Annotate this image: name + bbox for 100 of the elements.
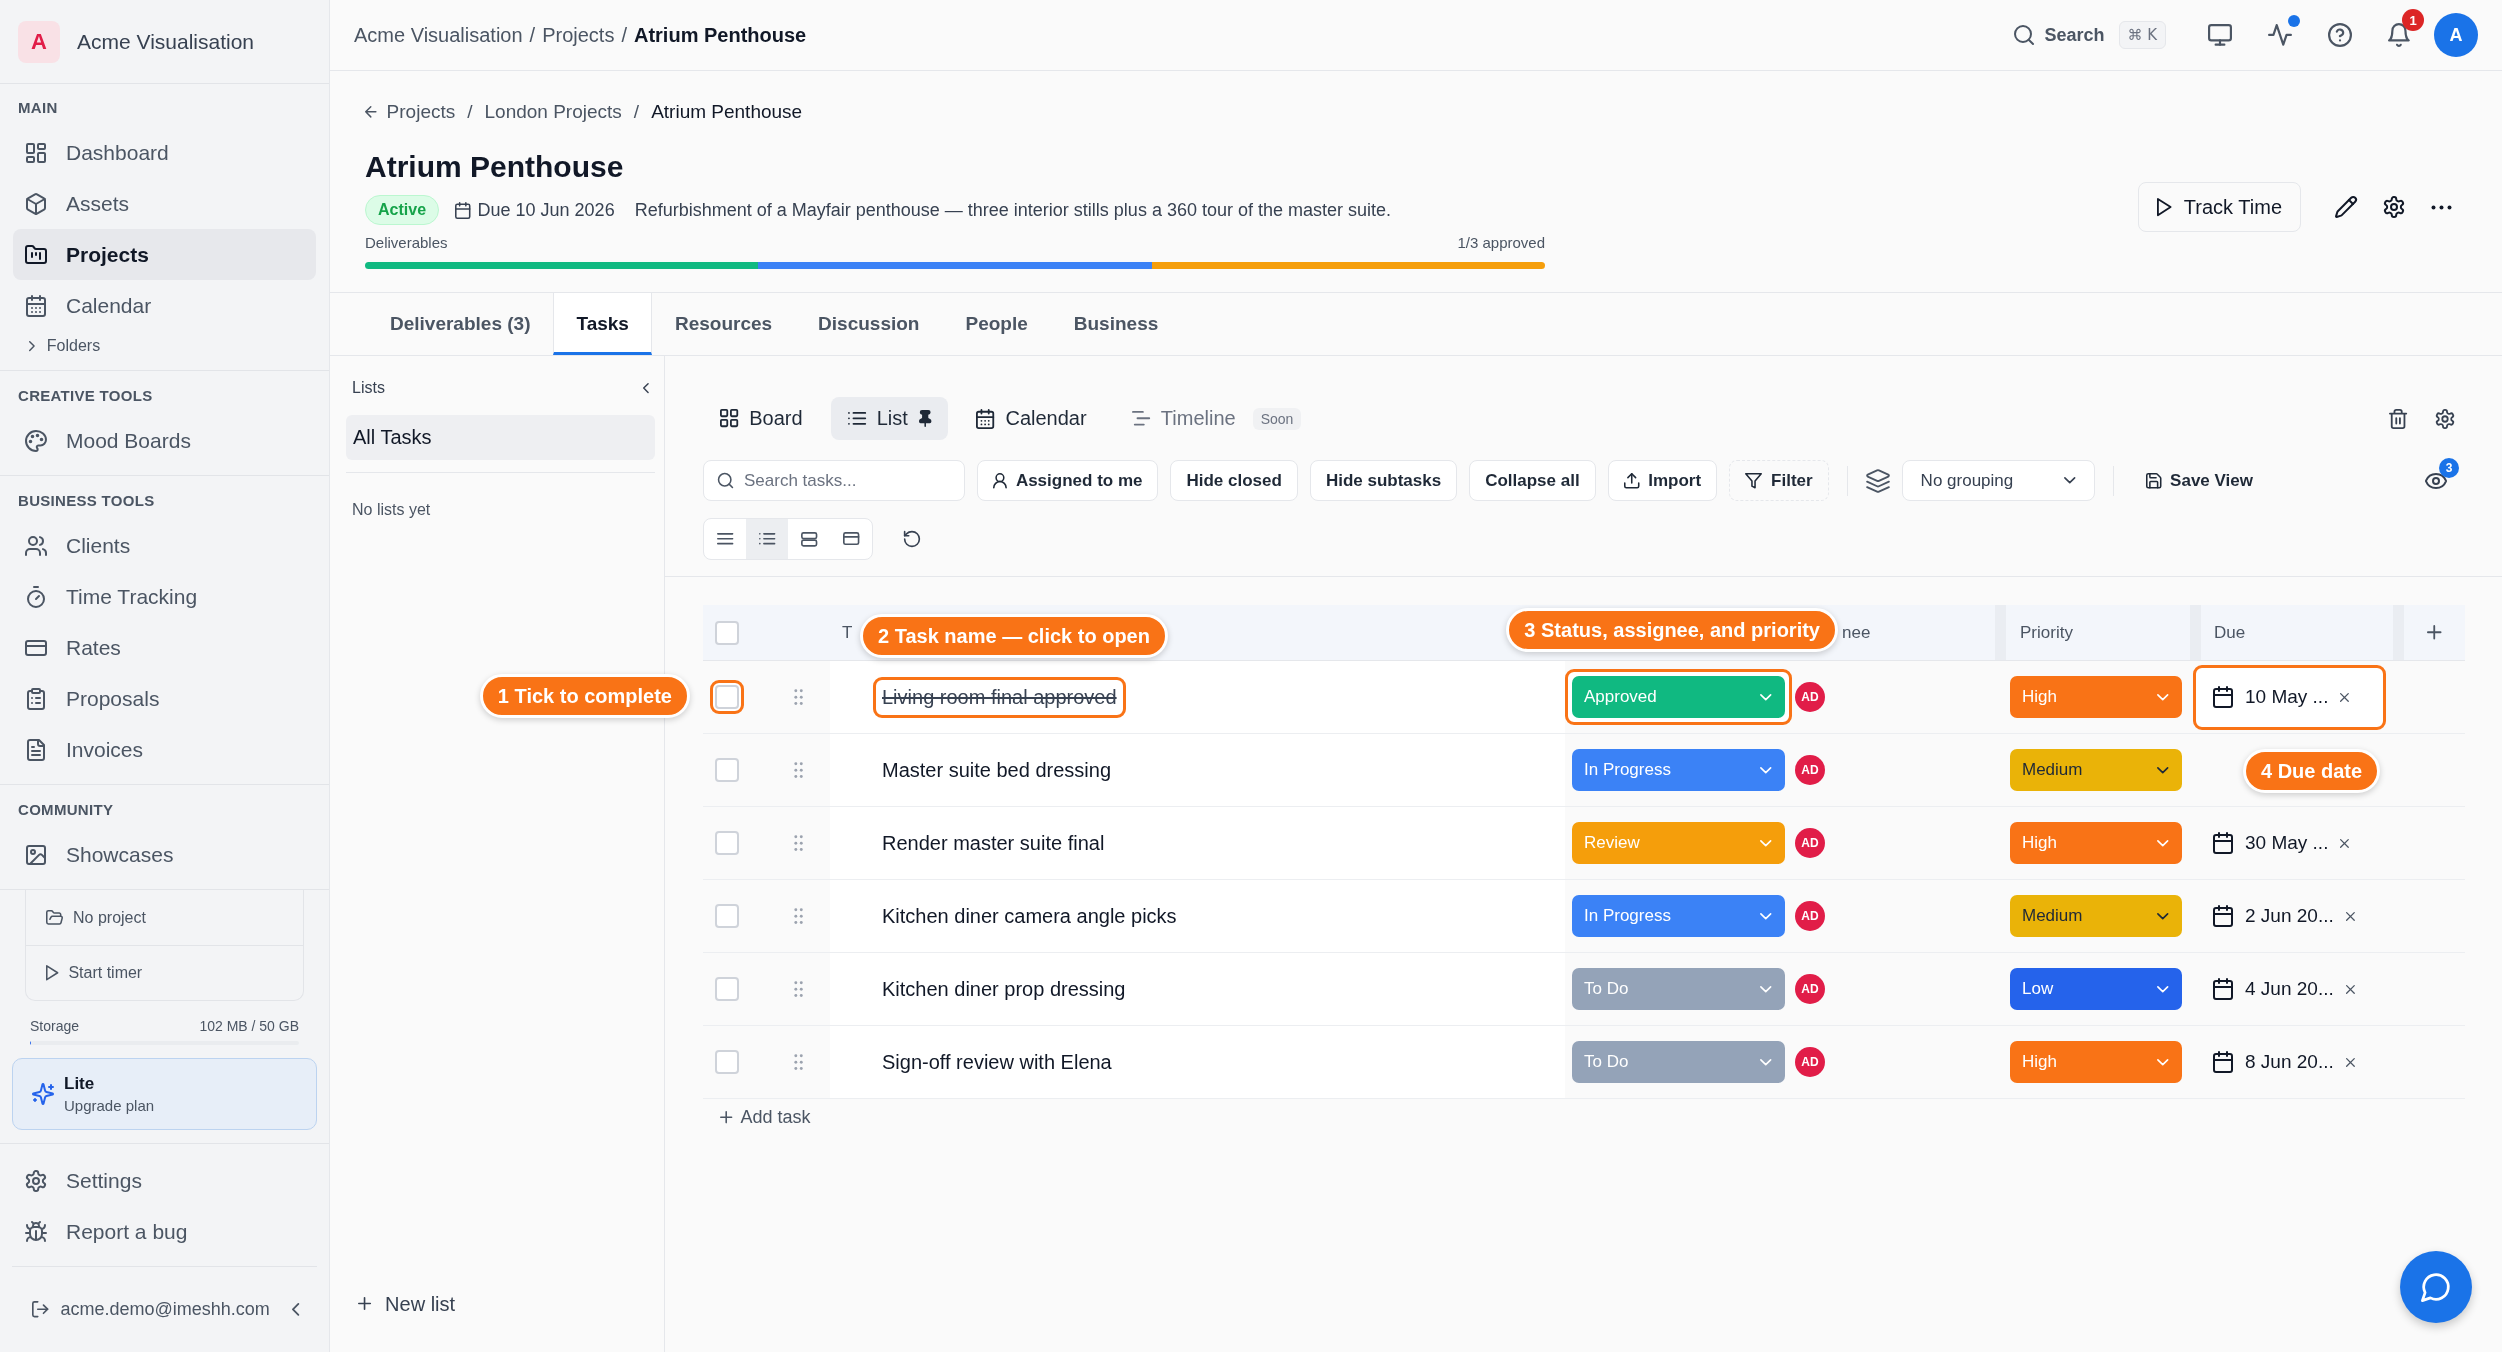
priority-dropdown[interactable]: Medium (2010, 895, 2182, 937)
tab[interactable]: Tasks (553, 293, 652, 355)
folders-toggle[interactable]: Folders (26, 331, 101, 361)
drag-handle-icon[interactable] (794, 1053, 804, 1071)
view-tab[interactable]: Calendar (959, 397, 1104, 440)
close-icon[interactable] (2345, 911, 2355, 921)
sidebar-item[interactable]: Clients (13, 520, 316, 571)
grouping-dropdown[interactable]: No grouping (1901, 460, 2095, 501)
upgrade-plan-card[interactable]: Lite Upgrade plan (12, 1058, 317, 1130)
plus-icon[interactable] (2427, 625, 2442, 640)
pencil-icon[interactable] (2335, 196, 2357, 218)
checkbox[interactable] (715, 831, 739, 855)
sidebar-item[interactable]: Time Tracking (13, 571, 316, 622)
search-button[interactable]: Search (2012, 20, 2105, 50)
bell-icon[interactable] (2388, 23, 2410, 47)
search-field[interactable]: Search tasks... (703, 460, 965, 501)
close-icon[interactable] (2340, 838, 2350, 848)
user-avatar[interactable]: A (2434, 13, 2478, 57)
task-name[interactable]: Render master suite final (882, 831, 1105, 855)
assignee-avatar[interactable]: AD (1795, 974, 1825, 1004)
drag-handle-icon[interactable] (794, 761, 804, 779)
start-timer-button[interactable]: Start timer (26, 945, 303, 1000)
sidebar-item[interactable]: Dashboard (13, 127, 316, 178)
sidebar-item[interactable]: Mood Boards (13, 415, 316, 466)
help-icon[interactable] (2328, 23, 2353, 47)
save-view-button[interactable]: Save View (2131, 460, 2267, 501)
new-list-button[interactable]: New list (346, 1284, 456, 1324)
list-item[interactable]: All Tasks (346, 415, 655, 460)
sidebar-item[interactable]: Invoices (13, 724, 316, 775)
tab[interactable]: Deliverables (3) (367, 293, 554, 355)
drag-handle-icon[interactable] (794, 688, 804, 706)
status-dropdown[interactable]: In Progress (1572, 749, 1785, 791)
assignee-avatar[interactable]: AD (1795, 1047, 1825, 1077)
breadcrumb-link[interactable]: London Projects (484, 101, 622, 123)
assignee-avatar[interactable]: AD (1795, 682, 1825, 712)
drag-handle-icon[interactable] (794, 907, 804, 925)
checkbox[interactable] (715, 977, 739, 1001)
toolbar-button[interactable]: Hide closed (1170, 460, 1298, 501)
toolbar-button[interactable]: Collapse all (1469, 460, 1596, 501)
density-toggle[interactable] (746, 519, 788, 559)
assignee-avatar[interactable]: AD (1795, 901, 1825, 931)
settings-icon[interactable] (2383, 196, 2405, 218)
chat-button[interactable] (2400, 1251, 2472, 1323)
sidebar-item[interactable]: Proposals (13, 673, 316, 724)
back-arrow-icon[interactable] (365, 106, 377, 118)
tab[interactable]: Resources (651, 293, 796, 355)
sidebar-item[interactable]: Showcases (13, 829, 316, 880)
task-name[interactable]: Sign-off review with Elena (882, 1050, 1112, 1074)
add-task-button[interactable]: Add task (714, 1099, 817, 1135)
chevron-left-icon[interactable] (643, 382, 649, 394)
sidebar-item[interactable]: Rates (13, 622, 316, 673)
eye-icon[interactable] (2425, 472, 2447, 489)
toolbar-button[interactable]: Assigned to me (977, 460, 1159, 501)
more-icon[interactable] (2431, 204, 2452, 210)
assignee-avatar[interactable]: AD (1795, 828, 1825, 858)
due-date[interactable]: 10 May ... (2245, 686, 2329, 708)
track-time-button[interactable]: Track Time (2138, 182, 2301, 232)
task-name[interactable]: Master suite bed dressing (882, 758, 1111, 782)
undo-icon[interactable] (903, 530, 921, 548)
checkbox[interactable] (715, 1050, 739, 1074)
due-date[interactable]: 30 May ... (2245, 832, 2329, 854)
checkbox[interactable] (715, 758, 739, 782)
calendar-icon[interactable] (2213, 686, 2233, 708)
sidebar-item[interactable]: Projects (13, 229, 316, 280)
tab[interactable]: People (942, 293, 1051, 355)
layers-icon[interactable] (1865, 468, 1890, 493)
calendar-icon[interactable] (2213, 1051, 2233, 1073)
due-date[interactable]: 4 Jun 20... (2245, 978, 2334, 1000)
monitor-icon[interactable] (2208, 24, 2233, 46)
close-icon[interactable] (2345, 1057, 2355, 1067)
project-picker[interactable]: No project (26, 890, 303, 945)
breadcrumb-link[interactable]: Projects (542, 23, 615, 47)
toolbar-button[interactable]: Import (1607, 460, 1718, 501)
toolbar-button[interactable]: Filter (1729, 460, 1829, 501)
select-all-checkbox[interactable] (715, 620, 739, 645)
close-icon[interactable] (2340, 692, 2350, 702)
calendar-icon[interactable] (2213, 832, 2233, 854)
toolbar-button[interactable]: Hide subtasks (1309, 460, 1458, 501)
due-date[interactable]: 2 Jun 20... (2245, 905, 2334, 927)
trash-icon[interactable] (2388, 408, 2407, 429)
breadcrumb-link[interactable]: Projects (386, 101, 456, 123)
breadcrumb-link[interactable]: Acme Visualisation (354, 23, 523, 47)
priority-dropdown[interactable]: Medium (2010, 749, 2182, 791)
view-tab[interactable]: List (830, 397, 949, 440)
sidebar-item[interactable]: Report a bug (13, 1206, 316, 1257)
priority-dropdown[interactable]: Low (2010, 968, 2182, 1010)
chevron-left-icon[interactable] (291, 1303, 299, 1316)
tab[interactable]: Business (1050, 293, 1182, 355)
view-tab[interactable]: Board (703, 397, 820, 440)
drag-handle-icon[interactable] (794, 980, 804, 998)
checkbox[interactable] (715, 904, 739, 928)
sidebar-item[interactable]: Assets (13, 178, 316, 229)
pulse-icon[interactable] (2268, 24, 2293, 46)
drag-handle-icon[interactable] (794, 834, 804, 852)
settings-icon[interactable] (2435, 408, 2455, 429)
sidebar-item[interactable]: Settings (13, 1155, 316, 1206)
status-dropdown[interactable]: In Progress (1572, 895, 1785, 937)
sidebar-item[interactable]: Calendar (13, 280, 316, 331)
calendar-icon[interactable] (2213, 978, 2233, 1000)
task-name[interactable]: Kitchen diner prop dressing (882, 977, 1126, 1001)
